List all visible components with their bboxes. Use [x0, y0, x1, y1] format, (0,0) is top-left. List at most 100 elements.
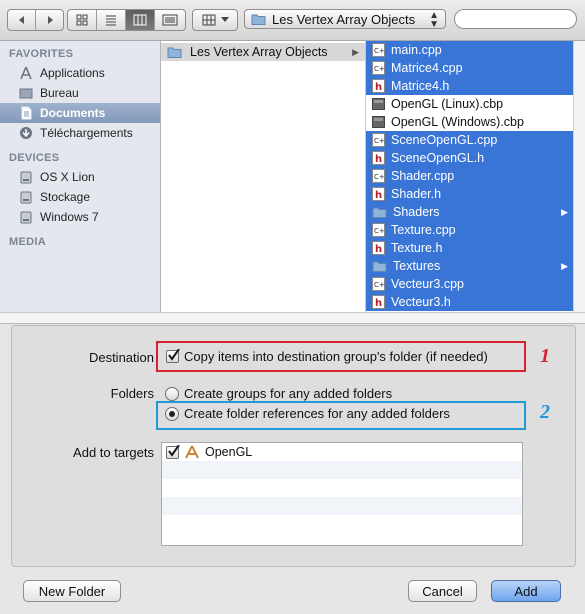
view-mode-control — [67, 9, 186, 31]
cpp-file-icon: C+ — [372, 61, 385, 75]
applications-icon — [18, 65, 34, 81]
svg-text:h: h — [375, 244, 382, 255]
add-button[interactable]: Add — [491, 580, 561, 602]
cbp-file-icon — [372, 98, 385, 110]
browser-column-2: C+ main.cpp C+ Matrice4.cpp h Matrice4.h OpenG… — [366, 41, 573, 312]
icon-view-button[interactable] — [68, 10, 97, 30]
list-item[interactable]: h Vecteur3.h — [366, 293, 573, 311]
cancel-button[interactable]: Cancel — [408, 580, 477, 602]
folder-icon — [372, 261, 387, 272]
forward-button[interactable] — [36, 10, 63, 30]
column-view-icon — [133, 14, 147, 26]
disk-icon — [18, 169, 34, 185]
browser-column-1: Les Vertex Array Objects ▶ — [161, 41, 366, 312]
checkbox-checked-icon[interactable] — [166, 444, 180, 459]
list-item[interactable]: Les Vertex Array Objects ▶ — [161, 43, 365, 61]
sidebar-section-devices: DEVICES — [9, 152, 60, 164]
list-item[interactable]: h Shader.h — [366, 185, 573, 203]
arrange-button[interactable] — [193, 10, 237, 30]
sidebar-item-label: Téléchargements — [40, 126, 133, 140]
sidebar-item-telechargements[interactable]: Téléchargements — [0, 123, 160, 143]
file-name: main.cpp — [391, 43, 442, 57]
svg-text:C+: C+ — [374, 47, 385, 55]
list-item[interactable]: OpenGL (Linux).cbp — [366, 95, 573, 113]
folder-icon — [167, 47, 182, 58]
annotation-number-1: 1 — [540, 345, 550, 367]
column-view-button[interactable] — [126, 10, 155, 30]
sidebar-item-stockage[interactable]: Stockage — [0, 187, 160, 207]
app-target-icon — [185, 445, 199, 459]
list-item[interactable]: Textures ▶ — [366, 257, 573, 275]
file-name: Matrice4.h — [391, 79, 450, 93]
header-file-icon: h — [372, 295, 385, 309]
destination-label: Destination — [88, 350, 154, 365]
target-row-opengl[interactable]: OpenGL — [162, 443, 522, 461]
updown-arrows-icon: ▲ ▼ — [429, 10, 439, 30]
svg-text:h: h — [375, 154, 382, 165]
sidebar-item-windows-7[interactable]: Windows 7 — [0, 207, 160, 227]
create-groups-radio[interactable]: Create groups for any added folders — [165, 386, 392, 401]
new-folder-button[interactable]: New Folder — [23, 580, 121, 602]
sidebar-section-favorites: FAVORITES — [9, 48, 74, 60]
desktop-icon — [18, 85, 34, 101]
list-item[interactable]: C+ Texture.cpp — [366, 221, 573, 239]
svg-text:h: h — [375, 82, 382, 93]
file-name: Shader.cpp — [391, 169, 455, 183]
list-view-button[interactable] — [97, 10, 126, 30]
list-item[interactable]: h Texture.h — [366, 239, 573, 257]
list-item[interactable]: Shaders ▶ — [366, 203, 573, 221]
list-item[interactable]: C+ Vecteur3.cpp — [366, 275, 573, 293]
sidebar: FAVORITES Applications Bureau Documents … — [0, 41, 161, 312]
sidebar-item-applications[interactable]: Applications — [0, 63, 160, 83]
file-name: SceneOpenGL.cpp — [391, 133, 498, 147]
list-item[interactable]: C+ Matrice4.cpp — [366, 59, 573, 77]
sidebar-item-documents[interactable]: Documents — [0, 103, 160, 123]
file-name: SceneOpenGL.h — [391, 151, 485, 165]
list-item[interactable]: C+ Shader.cpp — [366, 167, 573, 185]
coverflow-view-button[interactable] — [155, 10, 185, 30]
svg-text:C+: C+ — [374, 227, 385, 235]
downloads-icon — [18, 125, 34, 141]
list-item[interactable]: OpenGL (Windows).cbp — [366, 113, 573, 131]
cbp-file-icon — [372, 116, 385, 128]
file-name: Texture.h — [391, 241, 443, 255]
search-input[interactable] — [454, 9, 577, 29]
vertical-scrollbar[interactable] — [573, 41, 585, 312]
sidebar-item-label: Bureau — [40, 86, 79, 100]
header-file-icon: h — [372, 79, 385, 93]
disk-icon — [18, 189, 34, 205]
svg-text:C+: C+ — [374, 65, 385, 73]
folders-label: Folders — [110, 386, 154, 401]
add-to-targets-label: Add to targets — [73, 445, 154, 460]
coverflow-view-icon — [162, 14, 178, 26]
svg-text:C+: C+ — [374, 137, 385, 145]
file-name: Shader.h — [391, 187, 442, 201]
sidebar-item-os-x-lion[interactable]: OS X Lion — [0, 167, 160, 187]
file-name: Matrice4.cpp — [391, 61, 463, 75]
list-item[interactable]: h SceneOpenGL.h — [366, 149, 573, 167]
back-button[interactable] — [8, 10, 36, 30]
file-name: OpenGL (Linux).cbp — [391, 97, 504, 111]
svg-text:h: h — [375, 298, 382, 309]
chevron-right-icon — [47, 16, 53, 24]
file-name: Textures — [393, 259, 441, 273]
sidebar-item-bureau[interactable]: Bureau — [0, 83, 160, 103]
path-popup-label: Les Vertex Array Objects — [272, 11, 416, 27]
disclosure-arrow-icon: ▶ — [561, 260, 568, 271]
cpp-file-icon: C+ — [372, 133, 385, 147]
header-file-icon: h — [372, 151, 385, 165]
annotation-box-1 — [156, 341, 526, 372]
list-item[interactable]: C+ main.cpp — [366, 41, 573, 59]
cpp-file-icon: C+ — [372, 223, 385, 237]
create-groups-label: Create groups for any added folders — [184, 386, 393, 401]
list-item[interactable]: h Matrice4.h — [366, 77, 573, 95]
toolbar: Les Vertex Array Objects ▲ ▼ — [0, 0, 585, 41]
path-popup[interactable]: Les Vertex Array Objects ▲ ▼ — [244, 9, 446, 30]
list-item[interactable]: C+ SceneOpenGL.cpp — [366, 131, 573, 149]
grid-arrange-icon — [202, 14, 215, 26]
horizontal-scrollbar[interactable] — [0, 312, 585, 324]
folder-icon — [251, 14, 266, 25]
arrange-menu[interactable] — [192, 9, 238, 31]
file-name: Shaders — [393, 205, 440, 219]
sidebar-item-label: Windows 7 — [40, 210, 99, 224]
